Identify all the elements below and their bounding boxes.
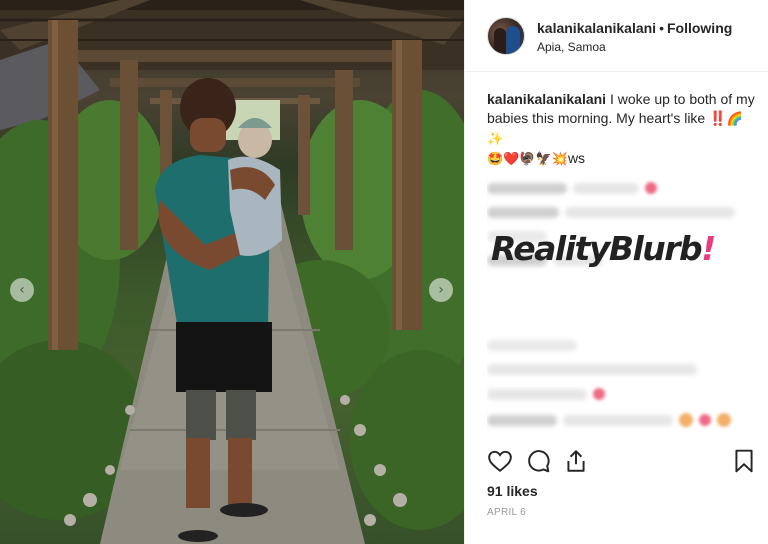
watermark-bang: !	[701, 229, 716, 268]
post-side-panel: kalanikalanikalani • Following Apia, Samoa…	[464, 0, 768, 544]
blurred-comment	[487, 364, 757, 375]
watermark-text: RealityBlurb	[491, 229, 703, 268]
blurred-comment	[487, 207, 757, 218]
username-link[interactable]: kalanikalanikalani	[537, 20, 656, 36]
share-icon	[567, 450, 585, 472]
following-button[interactable]: Following	[667, 20, 732, 36]
blurred-comment-line	[487, 340, 577, 351]
caption-emojis-2: 🤩❤️🦃🦅💥	[487, 152, 568, 167]
photo-scene	[0, 0, 464, 544]
like-button[interactable]	[487, 448, 513, 474]
carousel-prev-button[interactable]: ‹	[10, 278, 34, 302]
caption-username[interactable]: kalanikalanikalani	[487, 91, 606, 107]
comment-icon	[528, 450, 550, 473]
blurred-comment	[487, 388, 757, 400]
blurred-comment	[487, 182, 757, 194]
blurred-comment	[487, 413, 757, 427]
post-actions	[487, 448, 757, 474]
location-link[interactable]: Apia, Samoa	[537, 40, 606, 54]
comment-button[interactable]	[525, 448, 551, 474]
separator-dot: •	[659, 20, 664, 36]
watermark-logo: RealityBlurb!	[491, 226, 741, 272]
chevron-left-icon: ‹	[19, 282, 25, 298]
carousel-next-button[interactable]: ›	[429, 278, 453, 302]
likes-count[interactable]: 91 likes	[487, 483, 538, 499]
chevron-right-icon: ›	[438, 282, 444, 298]
avatar[interactable]	[487, 17, 525, 55]
post-header: kalanikalanikalani • Following Apia, Samoa	[465, 0, 768, 72]
header-user-line: kalanikalanikalani • Following	[537, 20, 732, 36]
save-button[interactable]	[731, 448, 757, 474]
caption: kalanikalanikalani I woke up to both of …	[487, 90, 757, 169]
heart-icon	[488, 450, 512, 472]
post-photo[interactable]: ‹ ›	[0, 0, 464, 544]
share-button[interactable]	[563, 448, 589, 474]
caption-tail: ws	[567, 150, 586, 166]
post-date[interactable]: APRIL 6	[487, 507, 526, 518]
bookmark-icon	[735, 449, 753, 473]
